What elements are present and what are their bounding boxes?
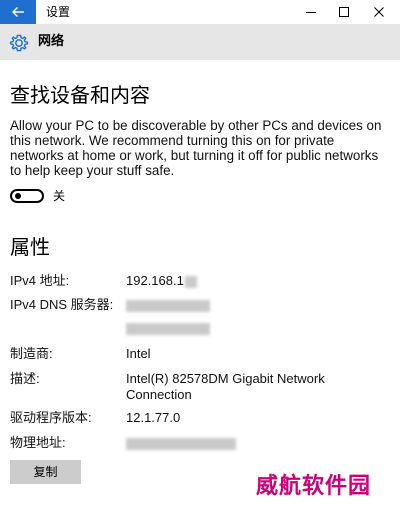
ipv4-address-label: IPv4 地址:	[10, 273, 70, 288]
ipv4-address-value: 192.168.1	[126, 273, 386, 289]
minimize-icon	[306, 12, 316, 13]
ipv4-address-text: 192.168.1	[126, 273, 184, 288]
driver-version-label: 驱动程序版本:	[10, 410, 92, 425]
redacted-block	[184, 275, 197, 288]
toggle-state-label: 关	[53, 189, 66, 203]
manufacturer-label: 制造商:	[10, 346, 53, 361]
physical-address-label: 物理地址:	[10, 435, 66, 450]
description-label: 描述:	[10, 371, 40, 386]
close-icon	[374, 7, 384, 17]
driver-version-value: 12.1.77.0	[126, 410, 181, 425]
close-button[interactable]	[362, 0, 396, 24]
watermark-text: 威航软件园	[256, 473, 372, 499]
minimize-button[interactable]	[294, 0, 328, 24]
properties-heading: 属性	[10, 235, 50, 259]
gear-icon	[9, 34, 29, 52]
maximize-button[interactable]	[327, 0, 361, 24]
window-title: 设置	[46, 5, 71, 19]
discovery-heading: 查找设备和内容	[10, 83, 150, 107]
ipv4-dns-value-secondary	[126, 320, 386, 336]
title-bar: 设置	[0, 0, 400, 24]
page-title: 网络	[38, 34, 65, 49]
physical-address-value	[126, 435, 386, 451]
ipv4-dns-label: IPv4 DNS 服务器:	[10, 297, 114, 312]
page-header: 网络	[0, 24, 400, 60]
ipv4-dns-value	[126, 297, 386, 313]
manufacturer-value: Intel	[126, 346, 151, 361]
copy-button[interactable]: 复制	[10, 460, 81, 484]
redacted-block	[126, 437, 236, 450]
back-button[interactable]	[0, 0, 36, 24]
settings-window: 设置 网络 查找设备和内容 Allow your PC to be discov…	[0, 0, 400, 509]
redacted-block	[126, 299, 210, 312]
redacted-block	[126, 322, 210, 335]
discovery-description: Allow your PC to be discoverable by othe…	[10, 118, 382, 178]
maximize-icon	[339, 7, 349, 17]
description-value: Intel(R) 82578DM Gigabit Network Connect…	[126, 371, 325, 402]
toggle-knob	[15, 193, 21, 199]
arrow-left-icon	[12, 7, 24, 17]
discovery-toggle[interactable]	[10, 189, 44, 203]
